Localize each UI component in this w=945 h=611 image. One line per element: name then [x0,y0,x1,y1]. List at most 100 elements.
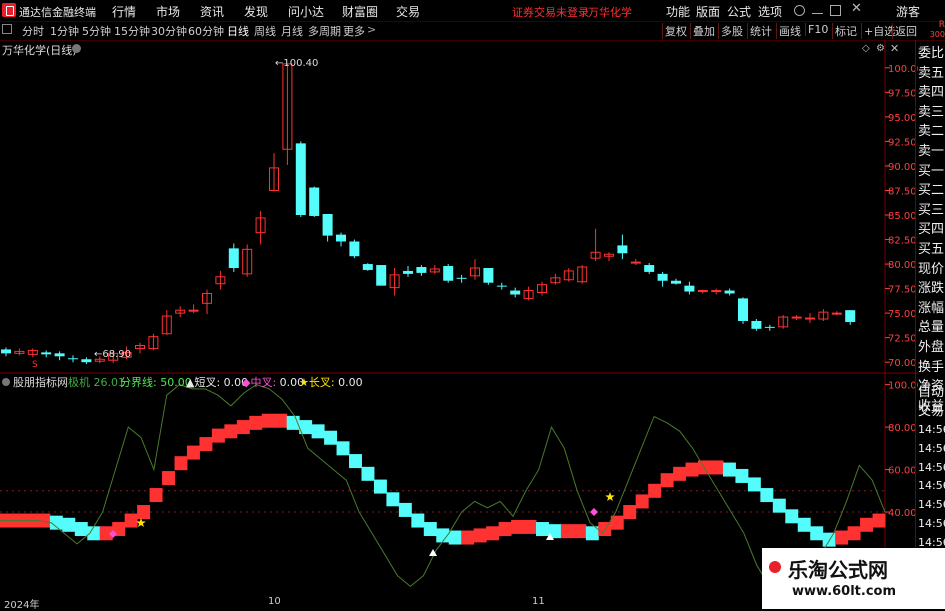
candle-body-up [711,290,722,293]
band-block-fall [336,441,350,456]
minimize-icon[interactable] [812,5,823,14]
watermark: 乐淘公式网 www.60lt.com [762,548,945,609]
candle-body-up [188,309,199,312]
candle-body-up [630,261,641,264]
menu-banmian[interactable]: 版面 [696,3,720,20]
band-block-rise [498,522,512,537]
btn-duogu[interactable]: 多股 [718,23,745,39]
band-block-fall [797,517,811,532]
side-time: 14:56 [918,517,945,530]
candle-body-down [724,290,735,294]
menu-zixun[interactable]: 资讯 [200,3,224,20]
side-time: 14:56 [918,423,945,436]
menu-faxian[interactable]: 发现 [244,3,268,20]
menu-shichang[interactable]: 市场 [156,3,180,20]
band-block-rise [174,456,188,471]
help-icon[interactable] [794,5,805,16]
candle-body-down [671,280,681,284]
top-menu-bar: 通达信金融终端 行情 市场 资讯 发现 问小达 财富圈 交易 证券交易未登录 万… [0,0,945,22]
side-time: 14:56 [918,460,945,474]
band-block-rise [835,530,849,545]
band-block-rise [872,513,886,528]
menu-caifuquan[interactable]: 财富圈 [342,3,378,20]
price-tick-label: 95.00 [888,113,917,124]
side-label: 涨幅 [918,300,945,316]
side-label: 卖五 [918,65,945,81]
btn-fuquan[interactable]: 复权 [662,23,689,39]
candle-body-down [322,214,333,236]
band-block-rise [473,528,487,543]
indicator-tick-label: 40.00 [888,508,917,519]
watermark-url: www.60lt.com [792,584,897,599]
btn-tongji[interactable]: 统计 [747,23,774,39]
zhongcha-label: ◆中叉: [242,376,277,389]
side-label: 换手 [918,359,945,375]
period-more[interactable]: 更多 [343,23,365,39]
period-daily[interactable]: 日线 [227,23,249,39]
band-block-rise [236,420,250,435]
menu-xuanxiang[interactable]: 选项 [758,3,782,20]
band-block-rise [847,526,861,541]
period-multi[interactable]: 多周期 [308,23,341,39]
menu-wenxiaoda[interactable]: 问小达 [288,3,324,20]
price-tick-label: 72.50 [888,334,917,345]
band-block-rise [598,522,612,537]
band-block-rise [560,524,574,539]
band-block-rise [261,413,275,428]
period-fenshi[interactable]: 分时 [22,23,44,39]
candle-body-down [416,267,427,273]
btn-huaxian[interactable]: 画线 [776,23,803,39]
period-30min[interactable]: 30分钟 [151,23,187,39]
price-tick-label: 97.50 [888,88,917,99]
candle-body-down [403,270,413,274]
menu-hangqing[interactable]: 行情 [112,3,136,20]
menu-jiaoyi[interactable]: 交易 [396,3,420,20]
chevron-right-icon[interactable]: > [367,23,376,36]
layout-icon[interactable] [2,24,12,34]
changcha-legend: ★长叉: 0.00 [299,374,363,390]
period-60min[interactable]: 60分钟 [188,23,224,39]
indicator-menu-icon[interactable] [2,378,10,386]
period-15min[interactable]: 15分钟 [114,23,150,39]
candle-body-down [764,326,775,328]
btn-f10[interactable]: F10 [805,23,830,36]
side-label: 买二 [918,183,945,199]
main-chart[interactable]: 70.00 72.50 75.00 77.50 80.00 82.50 85.00 87.50… [0,40,918,609]
period-1min[interactable]: 1分钟 [50,23,79,39]
btn-biaoji[interactable]: 标记 [832,23,859,39]
price-tick-label: 85.00 [888,211,917,222]
app-title: 通达信金融终端 [19,6,96,19]
candle-body-up [697,290,708,293]
period-weekly[interactable]: 周线 [254,23,276,39]
candle-body-down [456,277,467,279]
candle-body-down [336,234,346,242]
candle-body-up [791,316,802,319]
period-5min[interactable]: 5分钟 [82,23,111,39]
candle-body-down [309,187,320,216]
band-block-fall [735,468,749,483]
menu-gongneng[interactable]: 功能 [666,3,690,20]
candle-body-up [805,317,815,320]
candle-body-down [443,266,454,281]
period-monthly[interactable]: 月线 [281,23,303,39]
btn-fanhui[interactable]: 返回 [892,23,919,39]
band-block-rise [648,483,662,498]
candle-body-down [349,241,360,257]
side-label: 总量 [918,320,945,336]
login-warning[interactable]: 证券交易未登录 [512,4,589,20]
maximize-icon[interactable] [830,5,841,16]
close-icon[interactable]: ✕ [851,1,862,16]
price-tick-label: 87.50 [888,186,917,197]
jiji-legend: 极机 26.01 [68,374,125,390]
menu-gongshi[interactable]: 公式 [727,3,751,20]
price-tick-label: 70.00 [888,358,917,369]
band-block-fall [423,522,437,537]
side-label-trade[interactable]: 自动 [918,383,945,402]
side-label: 现价 [918,261,945,277]
price-tick-label: 80.00 [888,260,917,271]
guest-label[interactable]: 游客 [896,3,920,20]
price-tick-label: 100.00 [888,64,918,75]
btn-diejia[interactable]: 叠加 [690,23,717,39]
side-label-trade[interactable]: 交易 [918,402,945,421]
long-cross-marker [605,492,615,501]
